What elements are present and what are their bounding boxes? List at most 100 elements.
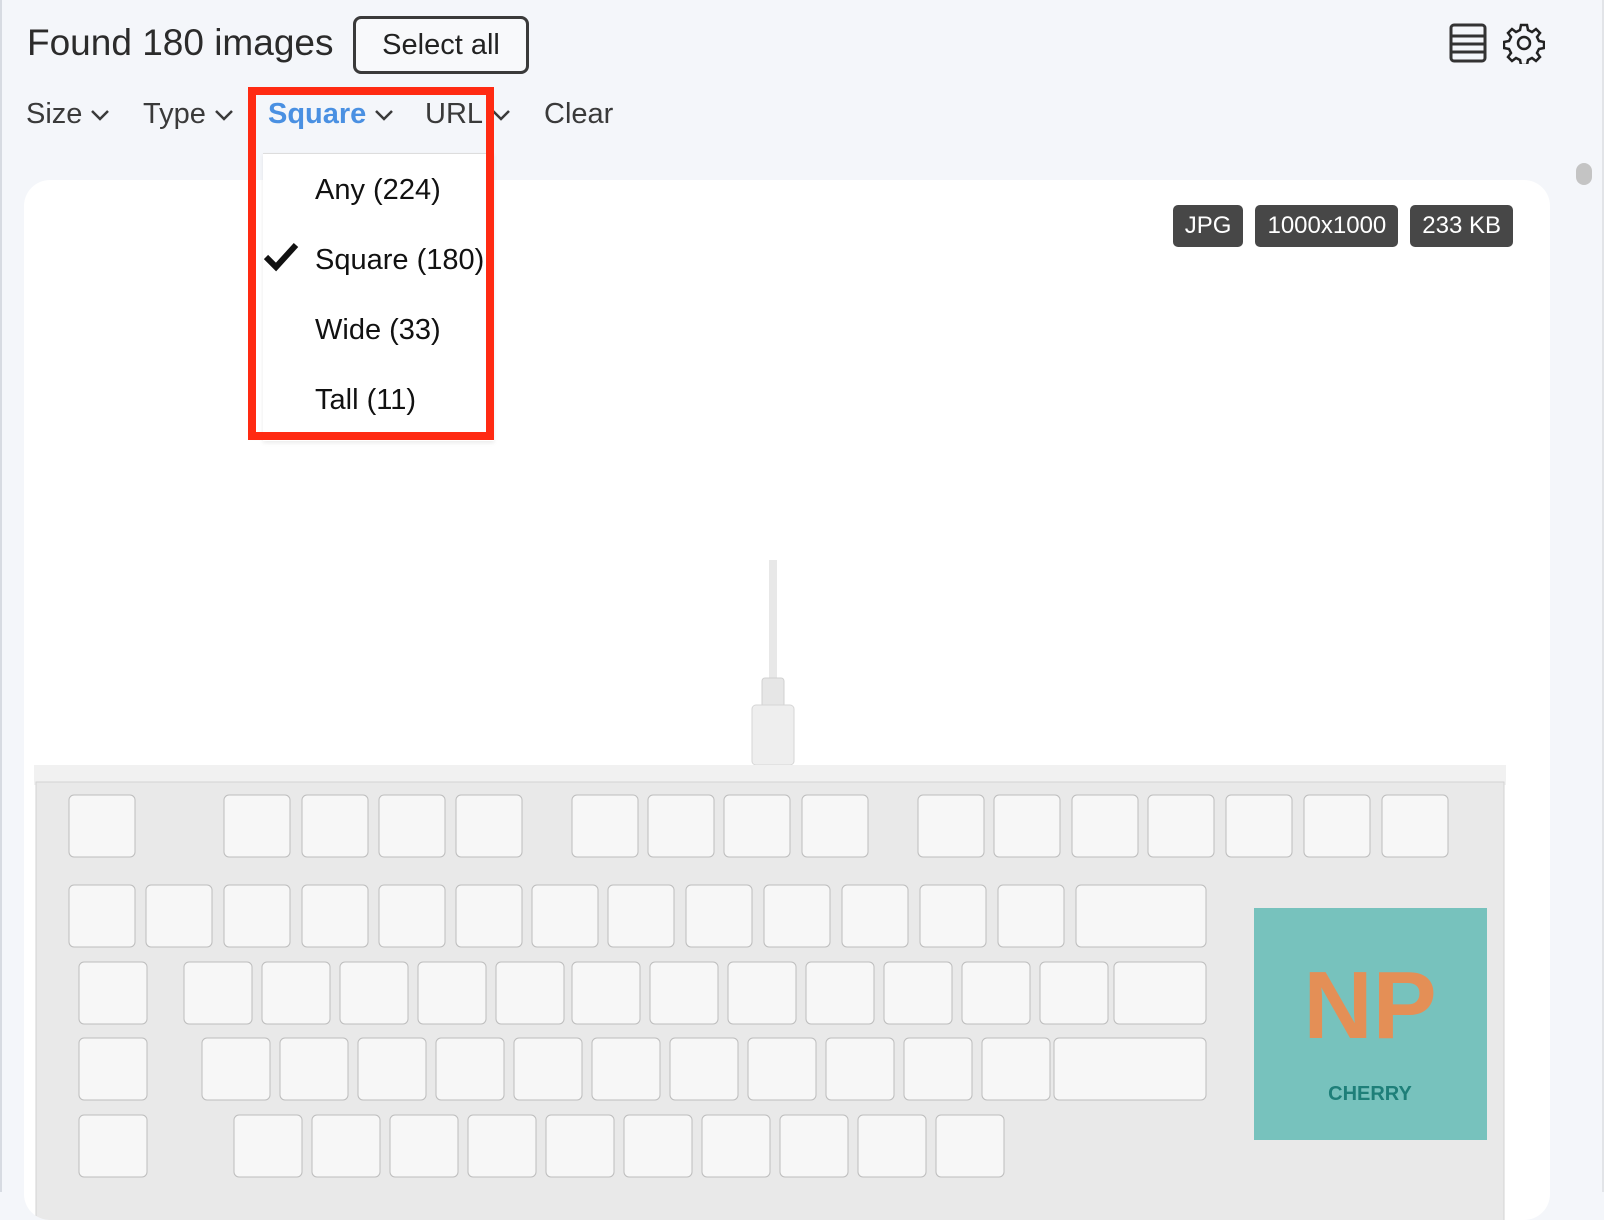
- keycap: [1053, 1037, 1207, 1101]
- keycap: [1071, 794, 1139, 858]
- dimensions-badge: 1000x1000: [1255, 205, 1399, 247]
- keycap: [201, 1037, 271, 1101]
- keycap: [78, 961, 148, 1025]
- keycap: [223, 884, 291, 948]
- clear-filters-button[interactable]: Clear: [544, 98, 613, 131]
- keycap: [747, 1037, 817, 1101]
- list-view-icon[interactable]: [1448, 22, 1490, 64]
- dropdown-item-tall[interactable]: Tall (11): [315, 384, 416, 417]
- keycap: [993, 794, 1061, 858]
- keycap: [935, 1114, 1005, 1178]
- keycap: [825, 1037, 895, 1101]
- chevron-down-icon: [214, 109, 233, 121]
- keycap: [1381, 794, 1449, 858]
- shape-filter[interactable]: Square: [268, 98, 394, 131]
- keycap: [1303, 794, 1371, 858]
- dropdown-item-wide[interactable]: Wide (33): [315, 314, 441, 347]
- keycap: [903, 1037, 973, 1101]
- keycap: [378, 884, 446, 948]
- keycap: [623, 1114, 693, 1178]
- keycap: [467, 1114, 537, 1178]
- keycap: [378, 794, 446, 858]
- keycap: [357, 1037, 427, 1101]
- keycap: [311, 1114, 381, 1178]
- keycap: [513, 1037, 583, 1101]
- file-size-badge: 233 KB: [1410, 205, 1513, 247]
- chevron-down-icon: [375, 109, 394, 121]
- keycap: [841, 884, 909, 948]
- keycap: [685, 884, 753, 948]
- keycap: [649, 961, 719, 1025]
- dropdown-item-square[interactable]: Square (180): [315, 244, 484, 277]
- keycap: [417, 961, 487, 1025]
- keycap: [223, 794, 291, 858]
- watermark-text: NP: [1303, 952, 1436, 1059]
- keycap: [455, 884, 523, 948]
- chevron-down-icon: [91, 109, 110, 121]
- keycap: [961, 961, 1031, 1025]
- keycap: [545, 1114, 615, 1178]
- keyboard-image: NP CHERRY: [34, 560, 1506, 1220]
- brand-text: CHERRY: [1328, 1083, 1412, 1105]
- keycap: [1225, 794, 1293, 858]
- keycap: [571, 961, 641, 1025]
- dropdown-item-any[interactable]: Any (224): [315, 174, 441, 207]
- type-filter[interactable]: Type: [143, 98, 234, 131]
- keycap: [883, 961, 953, 1025]
- keycap: [571, 794, 639, 858]
- keycap: [301, 884, 369, 948]
- scrollbar-thumb[interactable]: [1576, 163, 1592, 185]
- format-badge: JPG: [1172, 205, 1244, 247]
- keycap: [78, 1037, 148, 1101]
- keycap: [183, 961, 253, 1025]
- keycap: [78, 1114, 148, 1178]
- chevron-down-icon: [492, 109, 510, 121]
- window-left-edge: [0, 0, 2, 1192]
- keycap: [917, 794, 985, 858]
- keycap: [389, 1114, 459, 1178]
- size-filter[interactable]: Size: [26, 98, 110, 131]
- keycap: [145, 884, 213, 948]
- keycap: [997, 884, 1065, 948]
- keycap: [801, 794, 869, 858]
- keycap: [531, 884, 599, 948]
- keycap: [763, 884, 831, 948]
- shape-dropdown-menu: Any (224) Square (180) Wide (33) Tall (1…: [263, 153, 494, 441]
- keycap: [233, 1114, 303, 1178]
- size-filter-label: Size: [26, 98, 83, 130]
- keycap: [495, 961, 565, 1025]
- keycap: [919, 884, 987, 948]
- keycap: [301, 794, 369, 858]
- keycap: [857, 1114, 927, 1178]
- image-meta-badges: JPG 1000x1000 233 KB: [1172, 205, 1513, 247]
- keycap: [455, 794, 523, 858]
- keycap: [435, 1037, 505, 1101]
- keycap: [727, 961, 797, 1025]
- keycap: [805, 961, 875, 1025]
- keycap: [647, 794, 715, 858]
- image-card[interactable]: JPG 1000x1000 233 KB NP CHERRY: [24, 180, 1550, 1220]
- keycap: [68, 884, 136, 948]
- shape-filter-label: Square: [268, 98, 367, 130]
- keycap: [701, 1114, 771, 1178]
- url-filter-label: URL: [425, 98, 484, 130]
- keycap: [68, 794, 136, 858]
- gear-icon[interactable]: [1503, 22, 1545, 64]
- keycap: [279, 1037, 349, 1101]
- keycap: [261, 961, 331, 1025]
- url-filter[interactable]: URL: [425, 98, 511, 131]
- select-all-button[interactable]: Select all: [353, 16, 529, 74]
- keycap: [1147, 794, 1215, 858]
- keycap: [669, 1037, 739, 1101]
- keycap: [1075, 884, 1207, 948]
- keycap: [779, 1114, 849, 1178]
- keycap: [607, 884, 675, 948]
- keycap: [591, 1037, 661, 1101]
- type-filter-label: Type: [143, 98, 206, 130]
- keycap: [339, 961, 409, 1025]
- results-title: Found 180 images: [27, 22, 334, 63]
- checkmark-icon: [263, 242, 299, 272]
- keycap: [981, 1037, 1051, 1101]
- keycap: [1039, 961, 1109, 1025]
- keycap: [1113, 961, 1207, 1025]
